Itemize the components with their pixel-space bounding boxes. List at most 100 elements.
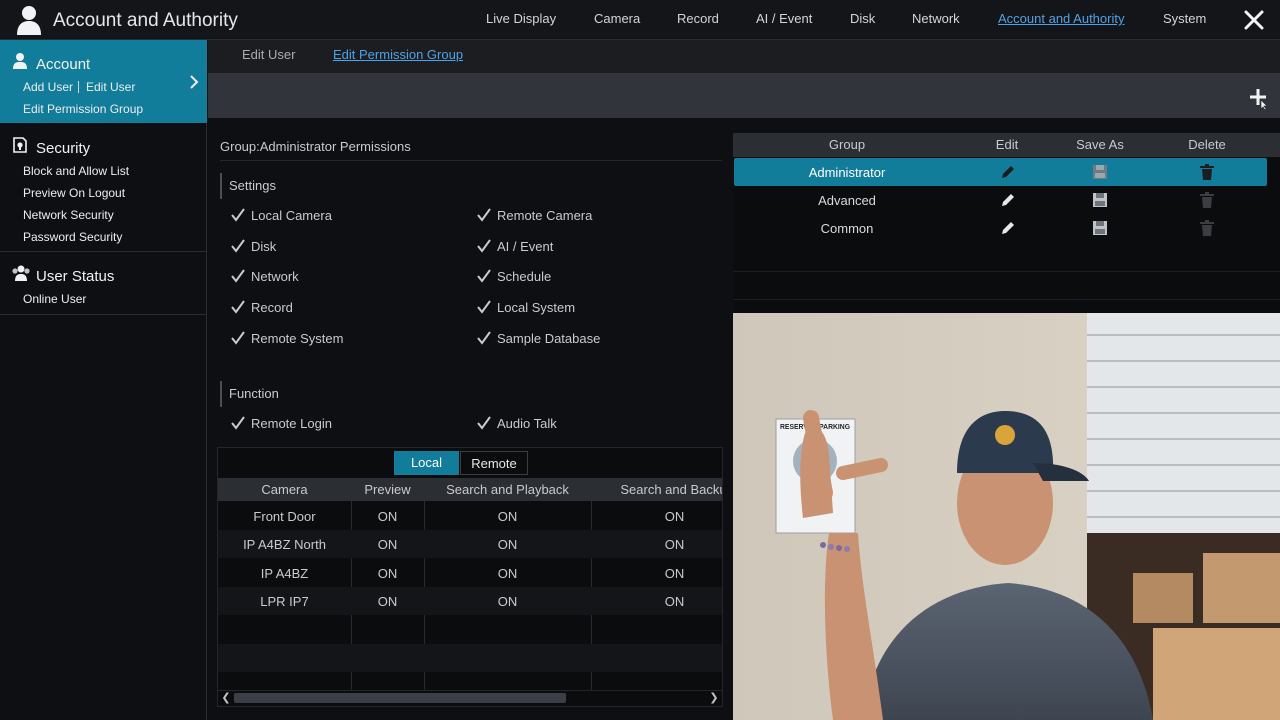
save-icon[interactable]: [1092, 220, 1108, 236]
table-row[interactable]: IP A4BZ ON ON ON: [218, 559, 722, 587]
preview-value[interactable]: ON: [351, 509, 424, 524]
nav-network[interactable]: Network: [912, 11, 960, 26]
camera-name: LPR IP7: [260, 594, 309, 609]
backup-value[interactable]: ON: [591, 566, 722, 581]
column-header[interactable]: Save As: [1053, 137, 1147, 152]
perm-ai-event[interactable]: AI / Event: [477, 239, 553, 254]
close-icon[interactable]: [1243, 8, 1265, 32]
scrollbar-thumb[interactable]: [234, 693, 566, 703]
preview-on-logout-link[interactable]: Preview On Logout: [23, 186, 125, 200]
perm-record[interactable]: Record: [231, 300, 293, 315]
edit-permission-group-link[interactable]: Edit Permission Group: [23, 102, 143, 116]
chevron-right-icon[interactable]: [188, 74, 200, 90]
block-allow-list-link[interactable]: Block and Allow List: [23, 164, 129, 178]
pencil-icon[interactable]: [1000, 220, 1016, 236]
check-icon: [477, 208, 491, 222]
group-name: Advanced: [818, 193, 876, 208]
preview-value[interactable]: ON: [351, 594, 424, 609]
perm-network[interactable]: Network: [231, 269, 299, 284]
perm-remote-camera[interactable]: Remote Camera: [477, 208, 592, 223]
group-row-advanced[interactable]: Advanced: [734, 186, 1267, 214]
trash-icon[interactable]: [1199, 164, 1215, 180]
save-icon[interactable]: [1092, 192, 1108, 208]
sub-tabs: Edit User Edit Permission Group: [208, 40, 1280, 73]
column-header[interactable]: Group: [733, 137, 961, 152]
perm-label: Remote System: [251, 331, 344, 346]
online-user-link[interactable]: Online User: [23, 292, 86, 306]
perm-label: Network: [251, 269, 299, 284]
table-row[interactable]: IP A4BZ North ON ON ON: [218, 530, 722, 558]
column-header[interactable]: Edit: [961, 137, 1053, 152]
nav-system[interactable]: System: [1163, 11, 1206, 26]
page-title: Account and Authority: [53, 10, 238, 31]
perm-schedule[interactable]: Schedule: [477, 269, 551, 284]
check-icon: [477, 416, 491, 430]
column-header[interactable]: Delete: [1147, 137, 1267, 152]
group-row-common[interactable]: Common: [734, 214, 1267, 242]
playback-value[interactable]: ON: [424, 537, 591, 552]
preview-value[interactable]: ON: [351, 566, 424, 581]
perm-local-camera[interactable]: Local Camera: [231, 208, 332, 223]
trash-icon: [1200, 220, 1214, 236]
perm-local-system[interactable]: Local System: [477, 300, 575, 315]
add-user-link[interactable]: Add User: [23, 80, 73, 94]
group-permissions-label: Group:Administrator Permissions: [220, 139, 411, 154]
sidebar-security-title: Security: [36, 140, 91, 157]
tab-edit-permission-group[interactable]: Edit Permission Group: [333, 47, 463, 62]
sidebar-item-account[interactable]: Account Add User Edit User Edit Permissi…: [0, 40, 207, 123]
scroll-right-icon[interactable]: ❯: [708, 692, 720, 704]
table-row[interactable]: LPR IP7 ON ON ON: [218, 587, 722, 615]
scroll-left-icon[interactable]: ❮: [220, 692, 232, 704]
column-header[interactable]: Search and Backu: [591, 482, 722, 497]
plus-icon[interactable]: [1248, 86, 1268, 110]
backup-value[interactable]: ON: [591, 509, 722, 524]
trash-icon: [1200, 192, 1214, 208]
horizontal-scrollbar[interactable]: ❮ ❯: [218, 690, 722, 704]
group-row-administrator[interactable]: Administrator: [734, 158, 1267, 186]
pencil-icon[interactable]: [1000, 192, 1016, 208]
sidebar-divider: [0, 314, 207, 315]
check-icon: [231, 300, 245, 314]
sidebar: Account Add User Edit User Edit Permissi…: [0, 40, 207, 720]
sidebar-item-user-status: User Status Online User: [0, 252, 207, 314]
preview-value[interactable]: ON: [351, 537, 424, 552]
perm-remote-system[interactable]: Remote System: [231, 331, 343, 346]
users-icon: [12, 265, 30, 281]
check-icon: [231, 331, 245, 345]
edit-user-link[interactable]: Edit User: [86, 80, 135, 94]
perm-disk[interactable]: Disk: [231, 239, 276, 254]
row-divider: [733, 271, 1280, 272]
tab-remote[interactable]: Remote: [460, 451, 528, 475]
nav-ai-event[interactable]: AI / Event: [756, 11, 812, 26]
network-security-link[interactable]: Network Security: [23, 208, 114, 222]
settings-section-title: Settings: [220, 173, 276, 199]
perm-label: Sample Database: [497, 331, 601, 346]
playback-value[interactable]: ON: [424, 509, 591, 524]
save-icon[interactable]: [1092, 164, 1108, 180]
column-header[interactable]: Preview: [351, 482, 424, 497]
password-security-link[interactable]: Password Security: [23, 230, 122, 244]
row-divider: [733, 299, 1280, 300]
playback-value[interactable]: ON: [424, 566, 591, 581]
perm-remote-login[interactable]: Remote Login: [231, 416, 332, 431]
backup-value[interactable]: ON: [591, 594, 722, 609]
column-header[interactable]: Search and Playback: [424, 482, 591, 497]
playback-value[interactable]: ON: [424, 594, 591, 609]
perm-sample-database[interactable]: Sample Database: [477, 331, 600, 346]
table-row[interactable]: Front Door ON ON ON: [218, 502, 722, 530]
top-bar: Account and Authority Live Display Camer…: [0, 0, 1280, 40]
perm-audio-talk[interactable]: Audio Talk: [477, 416, 557, 431]
sidebar-account-title: Account: [36, 56, 91, 73]
tab-edit-user[interactable]: Edit User: [242, 47, 295, 62]
nav-account-and-authority[interactable]: Account and Authority: [998, 11, 1124, 26]
link-separator: [78, 81, 79, 93]
check-icon: [477, 331, 491, 345]
tab-local[interactable]: Local: [394, 451, 459, 475]
nav-record[interactable]: Record: [677, 11, 719, 26]
nav-disk[interactable]: Disk: [850, 11, 875, 26]
nav-camera[interactable]: Camera: [594, 11, 640, 26]
backup-value[interactable]: ON: [591, 537, 722, 552]
nav-live-display[interactable]: Live Display: [486, 11, 556, 26]
column-header[interactable]: Camera: [218, 482, 351, 497]
pencil-icon[interactable]: [1000, 164, 1016, 180]
